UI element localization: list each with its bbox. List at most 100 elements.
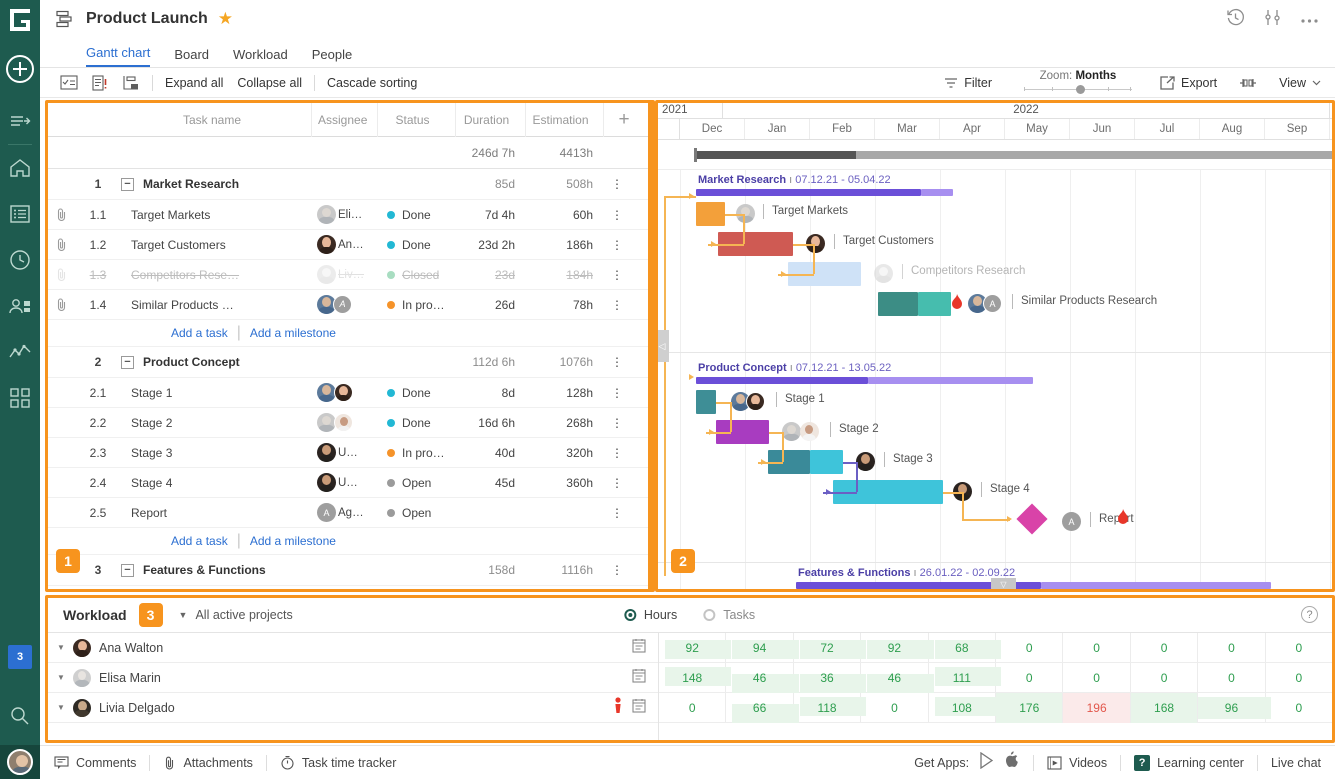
workload-cell[interactable]: 0 (1266, 633, 1332, 662)
status-cell[interactable]: Done (377, 200, 455, 230)
task-time-tracker-button[interactable]: Task time tracker (280, 755, 396, 770)
projects-list-icon[interactable] (0, 191, 40, 237)
project-filter-label[interactable]: All active projects (195, 608, 292, 622)
gantt-milestone-report[interactable] (1016, 503, 1048, 535)
calendar-icon[interactable] (632, 638, 646, 658)
reports-chart-icon[interactable] (0, 329, 40, 375)
home-icon[interactable] (0, 145, 40, 191)
row-menu-icon[interactable]: ⋮ (603, 408, 631, 438)
chevron-down-icon[interactable]: ▼ (57, 673, 73, 682)
radio-tasks[interactable]: Tasks (703, 608, 755, 622)
row-menu-icon[interactable]: ⋮ (603, 347, 631, 377)
row-menu-icon[interactable]: ⋮ (603, 378, 631, 408)
workload-cell[interactable]: 0 (1198, 633, 1266, 662)
assignee-cell[interactable]: A Ag… (311, 498, 377, 528)
auto-schedule-icon[interactable] (122, 75, 140, 91)
notifications-badge[interactable]: 3 (8, 645, 32, 669)
assignee-cell[interactable]: Eli… (311, 200, 377, 230)
tab-gantt-chart[interactable]: Gantt chart (86, 45, 151, 67)
row-menu-icon[interactable]: ⋮ (603, 200, 631, 230)
workload-cell[interactable]: 148 (659, 663, 732, 692)
view-button[interactable]: View (1279, 76, 1321, 90)
list-item[interactable]: ▼ Ana Walton (47, 633, 658, 663)
zoom-slider[interactable] (1018, 85, 1138, 95)
history-icon[interactable] (1226, 8, 1245, 32)
assignee-cell[interactable] (311, 378, 377, 408)
table-row[interactable]: 2 − Product Concept 112d 6h 1076h ⋮ (47, 347, 652, 378)
table-row[interactable]: 1.4 Similar Products … A In pro… 26d 78h… (47, 290, 652, 320)
status-cell[interactable]: In pro… (377, 438, 455, 468)
assignee-cell[interactable]: An… (311, 230, 377, 260)
assignee-cell[interactable]: Liv… (311, 260, 377, 290)
row-menu-icon[interactable]: ⋮ (603, 230, 631, 260)
col-estimation[interactable]: Estimation (525, 102, 603, 137)
team-icon[interactable] (0, 283, 40, 329)
add-task-link[interactable]: Add a task (171, 534, 228, 548)
zoom-slider-knob[interactable] (1075, 85, 1085, 94)
tab-people[interactable]: People (312, 47, 352, 67)
workload-cell[interactable]: 0 (1198, 663, 1266, 692)
apple-icon[interactable] (1004, 751, 1020, 774)
radio-hours[interactable]: Hours (623, 608, 677, 622)
status-cell[interactable]: Done (377, 408, 455, 438)
table-row[interactable]: 3 − Features & Functions 158d 1116h ⋮ (47, 555, 652, 586)
workload-cell[interactable]: 168 (1130, 693, 1199, 723)
collapse-panel-handle[interactable]: ◁ (655, 330, 669, 362)
overview-handle[interactable] (694, 148, 697, 162)
workload-cell[interactable]: 46 (861, 663, 934, 693)
status-cell[interactable]: Open (377, 498, 455, 528)
summary-bar-product-concept[interactable] (696, 377, 868, 384)
row-menu-icon[interactable]: ⋮ (603, 498, 631, 528)
filter-button[interactable]: Filter (944, 76, 992, 90)
add-column-button[interactable]: + (603, 102, 652, 137)
workload-cell[interactable]: 0 (1131, 633, 1199, 662)
workload-cell[interactable]: 46 (726, 663, 799, 693)
workload-cell[interactable]: 0 (1131, 663, 1199, 692)
workload-cell[interactable]: 0 (659, 693, 727, 722)
table-row[interactable]: 1 − Market Research 85d 508h ⋮ (47, 169, 652, 200)
cascade-sorting-button[interactable]: Cascade sorting (327, 76, 417, 90)
workload-cell[interactable]: 0 (1063, 633, 1131, 662)
comments-button[interactable]: Comments (54, 756, 136, 770)
workload-cell[interactable]: 196 (1063, 693, 1131, 723)
workload-cell[interactable]: 111 (929, 663, 1002, 692)
attachment-icon[interactable] (47, 230, 75, 260)
assignee-cell[interactable] (311, 408, 377, 438)
workload-cell[interactable]: 176 (996, 693, 1064, 723)
collapse-all-button[interactable]: Collapse all (237, 76, 302, 90)
table-row[interactable]: 2.3 Stage 3 U… In pro… 40d 320h ⋮ (47, 438, 652, 468)
workload-cell[interactable]: 0 (1266, 663, 1332, 692)
calendar-icon[interactable] (632, 668, 646, 688)
status-cell[interactable]: Closed (377, 260, 455, 290)
google-play-icon[interactable] (979, 751, 994, 774)
favorite-star-icon[interactable]: ★ (218, 9, 233, 29)
add-milestone-link[interactable]: Add a milestone (250, 326, 336, 340)
table-row[interactable]: 2.2 Stage 2 Done 16d 6h 268h ⋮ (47, 408, 652, 438)
search-icon[interactable] (0, 698, 40, 734)
apps-grid-icon[interactable] (0, 375, 40, 421)
ganttpro-logo-icon[interactable] (0, 0, 40, 40)
chevron-down-icon[interactable]: ▼ (57, 703, 73, 712)
status-cell[interactable]: Done (377, 230, 455, 260)
gantt-horizontal-scroll-thumb[interactable]: ▽ (991, 578, 1016, 590)
assignee-cell[interactable]: U… (311, 468, 377, 498)
row-menu-icon[interactable]: ⋮ (603, 555, 631, 585)
col-assignee[interactable]: Assignee (311, 102, 377, 137)
table-row[interactable]: 1.3 Competitors Rese… Liv… Closed 23d 18… (47, 260, 652, 290)
workload-cell[interactable]: 72 (794, 633, 867, 662)
videos-button[interactable]: Videos (1047, 756, 1107, 770)
tab-board[interactable]: Board (174, 47, 209, 67)
learning-center-button[interactable]: ? Learning center (1134, 754, 1244, 771)
summary-bar-market-research[interactable] (696, 189, 921, 196)
collapse-group-icon[interactable]: − (121, 177, 134, 191)
gantt-bar-target-markets[interactable] (696, 202, 725, 226)
fit-to-screen-icon[interactable] (1239, 77, 1257, 89)
workload-cell[interactable]: 68 (929, 633, 1002, 662)
workload-cell[interactable]: 92 (861, 633, 934, 662)
gantt-bar-similar-products-research[interactable] (878, 292, 918, 316)
workload-cell[interactable]: 92 (659, 633, 732, 662)
tab-workload[interactable]: Workload (233, 47, 288, 67)
gantt-overview-scrollbar[interactable] (658, 140, 1332, 170)
workload-cell[interactable]: 0 (996, 663, 1064, 692)
gantt-bar-stage-1[interactable] (696, 390, 716, 414)
